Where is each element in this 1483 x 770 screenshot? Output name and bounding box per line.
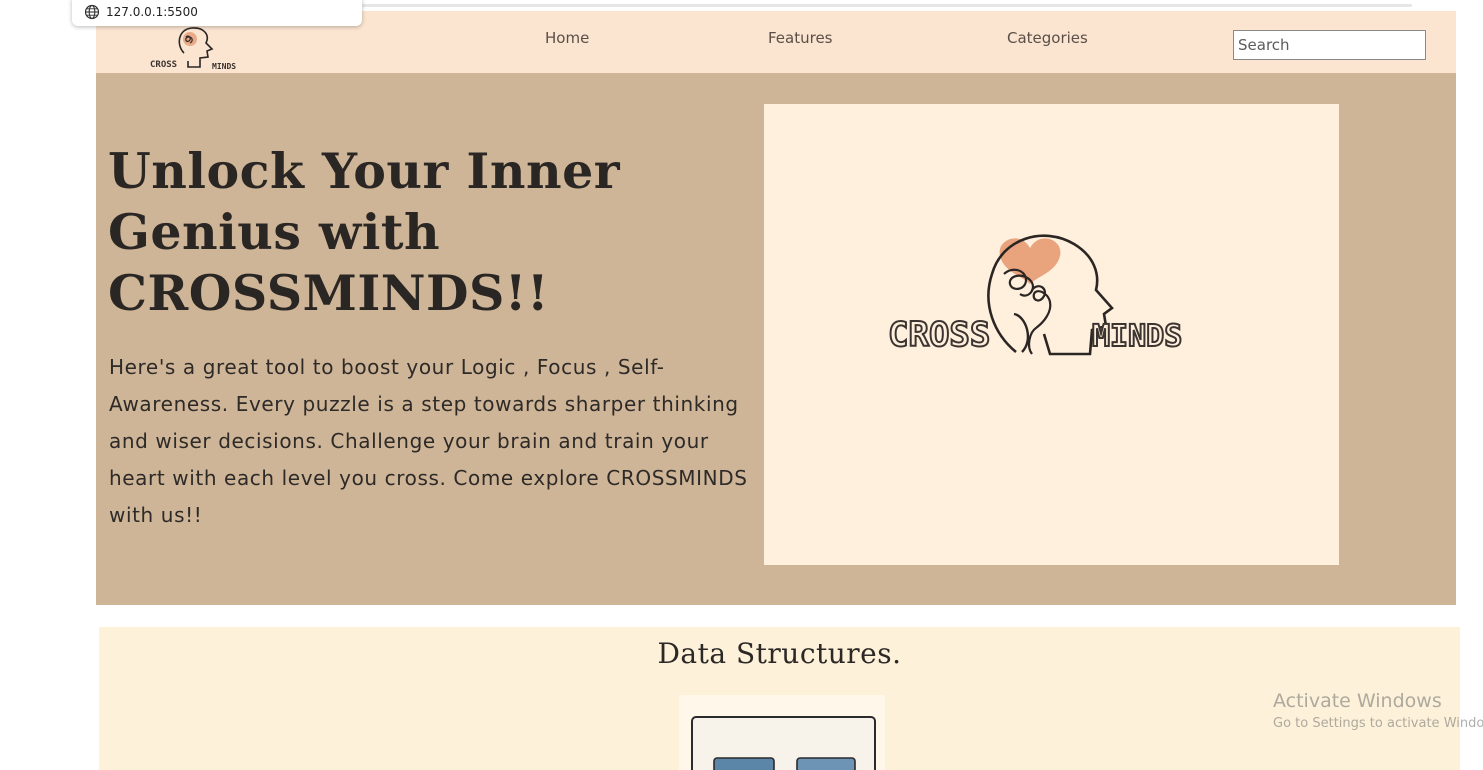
hero-section: Unlock Your Inner Genius with CROSSMINDS… (96, 73, 1456, 605)
url-tooltip: 127.0.0.1:5500 (72, 0, 362, 26)
crossminds-logo[interactable]: CROSS MINDS (148, 23, 242, 71)
watermark-line1: Activate Windows (1273, 690, 1442, 712)
crossminds-hero-logo: CROSS MINDS (887, 234, 1183, 356)
hero-title: Unlock Your Inner Genius with CROSSMINDS… (108, 142, 621, 322)
nav-link-features[interactable]: Features (768, 29, 833, 47)
hero-image: CROSS MINDS (764, 104, 1339, 565)
url-text: 127.0.0.1:5500 (106, 5, 198, 19)
globe-icon (84, 4, 100, 20)
data-structure-illustration (691, 716, 876, 770)
hero-logo-text-cross: CROSS (888, 315, 990, 355)
windows-activation-watermark: Activate Windows Go to Settings to activ… (1273, 690, 1483, 731)
logo-text-minds: MINDS (212, 62, 236, 71)
logo-text-cross: CROSS (150, 60, 177, 70)
watermark-line2: Go to Settings to activate Windows. (1273, 716, 1483, 731)
section-title: Data Structures. (657, 637, 902, 670)
nav-link-home[interactable]: Home (545, 29, 589, 47)
data-structures-section: Data Structures. (99, 627, 1460, 770)
browser-address-strip (362, 4, 1412, 7)
nav-link-categories[interactable]: Categories (1007, 29, 1088, 47)
search-input[interactable] (1233, 30, 1426, 60)
hero-description: Here's a great tool to boost your Logic … (109, 355, 748, 527)
hero-logo-text-minds: MINDS (1092, 319, 1182, 354)
data-structures-card-image[interactable] (679, 695, 885, 770)
